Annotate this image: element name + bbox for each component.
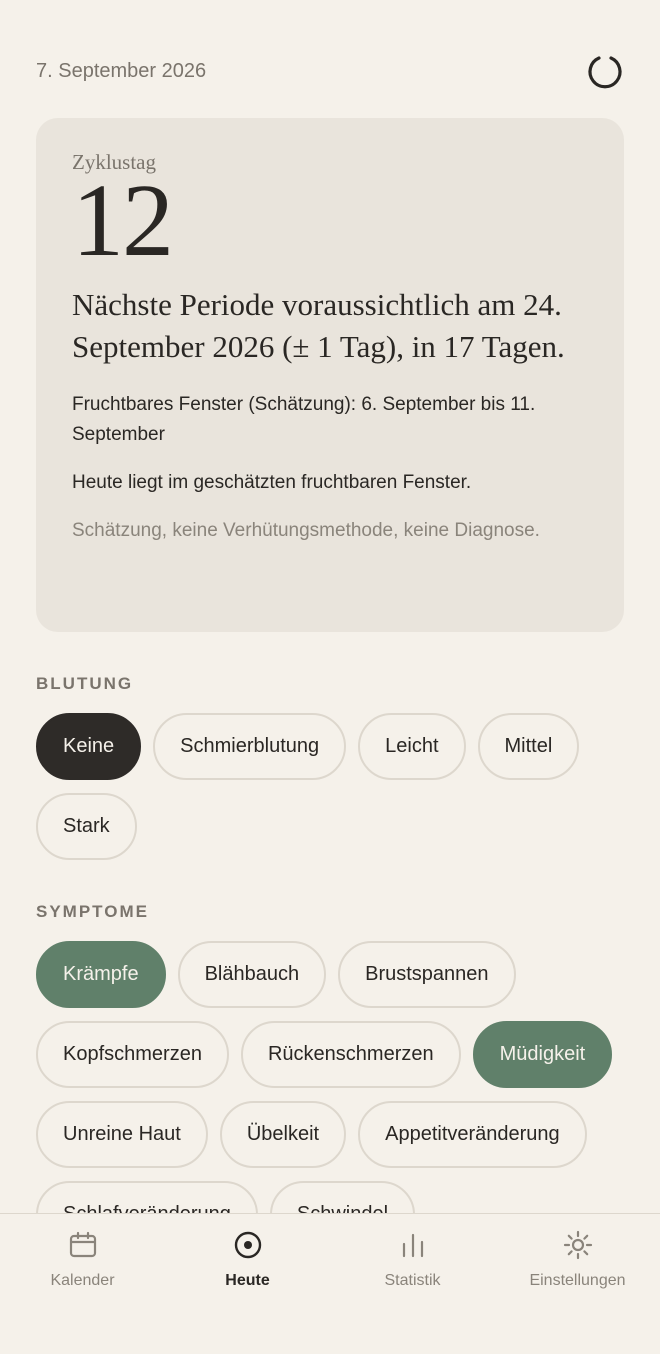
- symptom-chip-skin-blemishes[interactable]: Unreine Haut: [36, 1101, 208, 1168]
- bleeding-chip-spotting[interactable]: Schmierblutung: [153, 713, 347, 780]
- bottom-tab-bar: Kalender Heute Statistik Einstellungen: [0, 1213, 660, 1354]
- tab-label: Statistik: [384, 1272, 441, 1289]
- bleeding-chip-light[interactable]: Leicht: [358, 713, 466, 780]
- tab-settings[interactable]: Einstellungen: [495, 1214, 660, 1354]
- next-period-prediction: Nächste Periode voraussichtlich am 24. S…: [72, 287, 565, 364]
- tab-label: Heute: [225, 1272, 270, 1289]
- bleeding-section-title: BLUTUNG: [36, 674, 134, 693]
- bleeding-chip-medium[interactable]: Mittel: [477, 713, 580, 780]
- today-fertility-note: Heute liegt im geschätzten fruchtbaren F…: [72, 472, 472, 493]
- sync-button[interactable]: [586, 52, 624, 90]
- tab-calendar[interactable]: Kalender: [0, 1214, 165, 1354]
- symptom-chip-appetite-change[interactable]: Appetitveränderung: [358, 1101, 587, 1168]
- symptom-chip-headache[interactable]: Kopfschmerzen: [36, 1021, 229, 1088]
- tab-statistics[interactable]: Statistik: [330, 1214, 495, 1354]
- symptom-chip-fatigue[interactable]: Müdigkeit: [472, 1021, 613, 1088]
- tab-label: Kalender: [50, 1272, 115, 1289]
- target-circle-icon: [231, 1228, 265, 1262]
- current-date: 7. September 2026: [36, 59, 207, 82]
- symptom-chip-bloating[interactable]: Blähbauch: [177, 941, 327, 1008]
- symptom-chip-breast-tenderness[interactable]: Brustspannen: [338, 941, 516, 1008]
- header: 7. September 2026: [36, 52, 624, 90]
- sun-gear-icon: [561, 1228, 595, 1262]
- today-screen: 7. September 2026 Zyklustag 12 Nächste P…: [0, 0, 660, 1354]
- bleeding-chip-heavy[interactable]: Stark: [36, 793, 137, 860]
- tab-label: Einstellungen: [529, 1272, 626, 1289]
- symptom-chip-nausea[interactable]: Übelkeit: [219, 1101, 347, 1168]
- symptoms-section-title: SYMPTOME: [36, 902, 149, 921]
- calendar-icon: [66, 1228, 100, 1262]
- fertile-window-estimate: Fruchtbares Fenster (Schätzung): 6. Sept…: [72, 394, 536, 445]
- symptoms-chip-group: Krämpfe Blähbauch Brustspannen Kopfschme…: [36, 941, 636, 1248]
- bar-chart-icon: [396, 1228, 430, 1262]
- symptom-chip-back-pain[interactable]: Rückenschmerzen: [240, 1021, 461, 1088]
- symptom-chip-cramps[interactable]: Krämpfe: [36, 941, 166, 1008]
- sync-spinner-icon: [588, 56, 622, 89]
- cycle-summary-card: Zyklustag 12 Nächste Periode voraussicht…: [36, 118, 624, 632]
- bleeding-chip-group: Keine Schmierblutung Leicht Mittel Stark: [36, 713, 636, 860]
- disclaimer-text: Schätzung, keine Verhütungsmethode, kein…: [72, 520, 540, 541]
- tab-today[interactable]: Heute: [165, 1214, 330, 1354]
- bleeding-chip-none[interactable]: Keine: [36, 713, 142, 780]
- cycle-day-number: 12: [72, 163, 174, 278]
